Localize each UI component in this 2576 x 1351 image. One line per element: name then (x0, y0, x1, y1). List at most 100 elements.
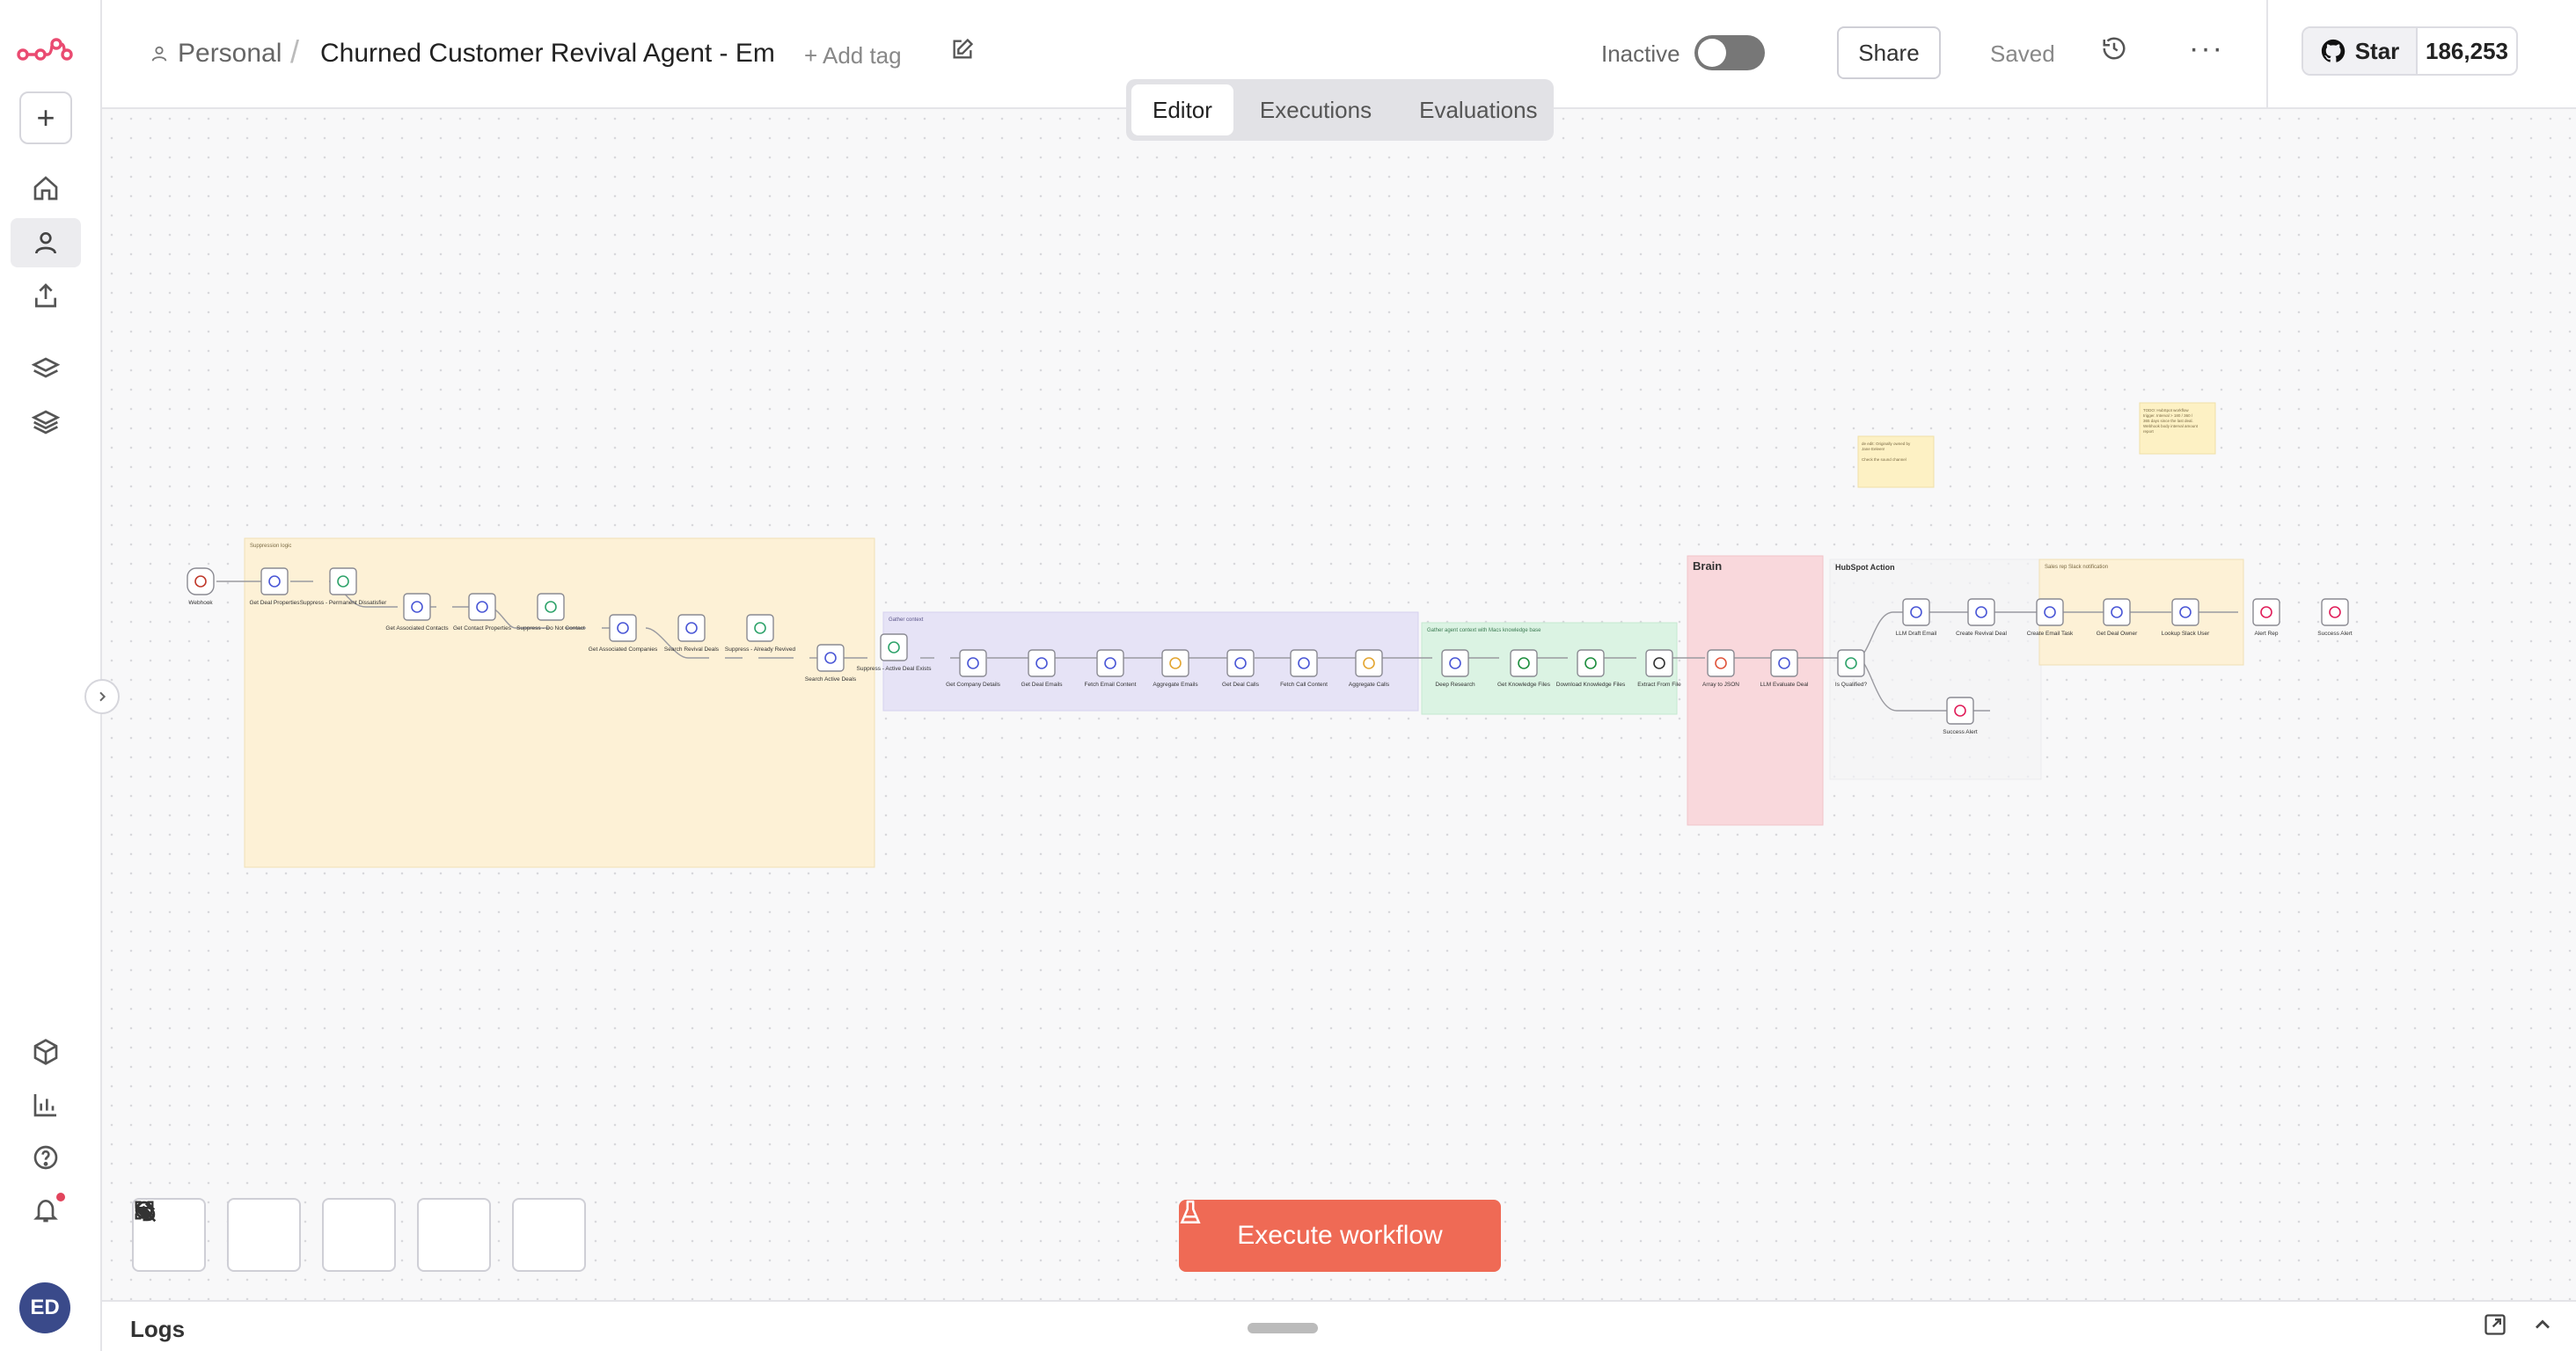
workflow-node-suppress-already-revived[interactable]: Suppress - Already Revived (725, 614, 796, 653)
workflow-node-search-revival-deals[interactable]: Search Revival Deals (664, 614, 720, 653)
node-label: Deep Research (1435, 682, 1475, 688)
left-sidebar: + ED (0, 0, 102, 1351)
workflow-node-aggregate-calls[interactable]: Aggregate Calls (1349, 649, 1390, 688)
templates-box-icon[interactable] (11, 1027, 81, 1077)
node-label: Fetch Call Content (1280, 682, 1328, 688)
workflow-node-get-contact-properties[interactable]: Get Contact Properties (453, 593, 512, 632)
add-tag-button[interactable]: + Add tag (804, 42, 902, 69)
workflow-node-get-deal-properties[interactable]: Get Deal Properties (249, 567, 300, 606)
github-icon (2321, 39, 2345, 62)
workflow-node-suppress-active-deal-exists[interactable]: Suppress - Active Deal Exists (857, 633, 933, 672)
insights-chart-icon[interactable] (11, 1080, 81, 1129)
undo-button[interactable] (135, 1198, 491, 1272)
logs-title: Logs (130, 1316, 186, 1342)
share-button[interactable]: Share (1837, 26, 1941, 79)
nodes-layer: Webhook Get Deal Properties Suppress - Per… (187, 567, 2353, 735)
node-label: Is Qualified? (1835, 682, 1868, 688)
workflow-node-get-deal-emails[interactable]: Get Deal Emails (1021, 649, 1064, 688)
workflow-node-aggregate-emails[interactable]: Aggregate Emails (1153, 649, 1198, 688)
node-label: Aggregate Calls (1349, 682, 1390, 688)
workflow-node-llm-evaluate-deal[interactable]: LLM Evaluate Deal (1760, 649, 1809, 688)
node-label: Get Deal Owner (2097, 631, 2138, 637)
layers-icon[interactable] (11, 345, 81, 394)
workflow-node-get-company-details[interactable]: Get Company Details (946, 649, 1001, 688)
node-label: Array to JSON (1702, 682, 1739, 688)
workflow-node-create-revival-deal[interactable]: Create Revival Deal (1956, 598, 2007, 637)
chevron-up-icon[interactable] (2530, 1312, 2555, 1337)
active-toggle[interactable] (1694, 35, 1765, 70)
logs-resize-handle[interactable] (1248, 1323, 1318, 1333)
create-button[interactable]: + (19, 91, 72, 144)
logs-panel[interactable]: Logs (102, 1300, 2576, 1351)
workflow-node-fetch-call-content[interactable]: Fetch Call Content (1280, 649, 1328, 688)
notification-badge (56, 1193, 65, 1201)
saved-status: Saved (1990, 40, 2055, 67)
node-label: Search Active Deals (805, 676, 857, 683)
user-icon (151, 46, 167, 62)
node-label: Search Revival Deals (664, 646, 720, 653)
workflow-canvas[interactable]: Suppression logic Gather context Gather … (102, 109, 2576, 1300)
history-icon[interactable] (2101, 35, 2136, 70)
workflow-node-success-alert[interactable]: Success Alert (1943, 697, 1978, 735)
workflow-node-alert-rep[interactable]: Alert Rep (2252, 598, 2280, 637)
help-icon[interactable] (11, 1133, 81, 1182)
node-label: LLM Draft Email (1896, 631, 1937, 637)
share-upload-icon[interactable] (11, 271, 81, 320)
logs-actions (2483, 1312, 2555, 1337)
workflow-node-deep-research[interactable]: Deep Research (1435, 649, 1475, 688)
edit-description-icon[interactable] (950, 37, 978, 65)
stack-icon[interactable] (11, 398, 81, 447)
view-tabs: Editor Executions Evaluations (1126, 79, 1554, 141)
node-label: Suppress - Already Revived (725, 646, 796, 653)
workflow-node-llm-draft-email[interactable]: LLM Draft Email (1896, 598, 1937, 637)
workflow-node-suppress-do-not-contact[interactable]: Suppress - Do Not Contact (516, 593, 585, 632)
execute-workflow-button[interactable]: Execute workflow (1179, 1200, 1501, 1272)
workflow-node-get-associated-companies[interactable]: Get Associated Companies (589, 614, 658, 653)
workflow-node-create-email-task[interactable]: Create Email Task (2027, 598, 2074, 637)
breadcrumb-personal[interactable]: Personal (150, 39, 282, 69)
workflow-node-webhook[interactable]: Webhook (187, 567, 215, 606)
toggle-knob (1698, 39, 1726, 67)
zoom-in-button[interactable] (135, 1198, 301, 1272)
flask-icon (1180, 1200, 1201, 1223)
zoom-out-button[interactable] (135, 1198, 396, 1272)
execute-workflow-label: Execute workflow (1237, 1221, 1443, 1250)
workflow-node-fetch-email-content[interactable]: Fetch Email Content (1085, 649, 1137, 688)
popout-icon[interactable] (2483, 1312, 2507, 1337)
workflow-title[interactable]: Churned Customer Revival Agent - Em (320, 39, 775, 69)
node-label: Lookup Slack User (2162, 631, 2210, 637)
header-divider (2266, 0, 2268, 109)
workflow-node-is-qualified-[interactable]: Is Qualified? (1835, 649, 1868, 688)
node-label: Get Company Details (946, 682, 1001, 688)
workflow-node-search-active-deals[interactable]: Search Active Deals (805, 644, 857, 683)
expand-sidebar-button[interactable] (84, 679, 120, 714)
chevron-right-icon (99, 691, 106, 702)
workflow-node-success-alert[interactable]: Success Alert (2317, 598, 2353, 637)
node-label: Fetch Email Content (1085, 682, 1137, 688)
github-star-label: Star (2354, 37, 2400, 64)
workflow-node-lookup-slack-user[interactable]: Lookup Slack User (2162, 598, 2210, 637)
tidy-up-button[interactable] (135, 1198, 586, 1272)
workflow-node-get-knowledge-files[interactable]: Get Knowledge Files (1497, 649, 1551, 688)
workflow-node-array-to-json[interactable]: Array to JSON (1702, 649, 1739, 688)
github-star-button[interactable]: Star 186,253 (2302, 26, 2518, 76)
node-label: Suppress - Active Deal Exists (857, 666, 933, 672)
workflow-node-suppress-permanent-dissatisfier[interactable]: Suppress - Permanent Dissatisfier (300, 567, 387, 606)
more-options-icon[interactable]: ··· (2189, 32, 2224, 66)
workflow-node-get-deal-calls[interactable]: Get Deal Calls (1222, 649, 1260, 688)
tab-executions[interactable]: Executions (1239, 84, 1393, 135)
notifications-bell-icon[interactable] (11, 1186, 81, 1235)
user-avatar[interactable]: ED (19, 1282, 70, 1333)
workflow-node-get-associated-contacts[interactable]: Get Associated Contacts (385, 593, 449, 632)
n8n-logo-icon[interactable] (16, 33, 74, 65)
workflow-node-get-deal-owner[interactable]: Get Deal Owner (2097, 598, 2138, 637)
node-label: LLM Evaluate Deal (1760, 682, 1809, 688)
workflow-node-download-knowledge-files[interactable]: Download Knowledge Files (1556, 649, 1626, 688)
personal-user-icon[interactable] (11, 218, 81, 267)
workflow-status-label: Inactive (1601, 40, 1680, 67)
tab-evaluations[interactable]: Evaluations (1398, 84, 1558, 135)
tab-editor[interactable]: Editor (1131, 84, 1233, 135)
breadcrumb-separator: / (290, 33, 300, 69)
workflow-node-extract-from-file[interactable]: Extract From File (1637, 649, 1681, 688)
home-icon[interactable] (11, 164, 81, 213)
